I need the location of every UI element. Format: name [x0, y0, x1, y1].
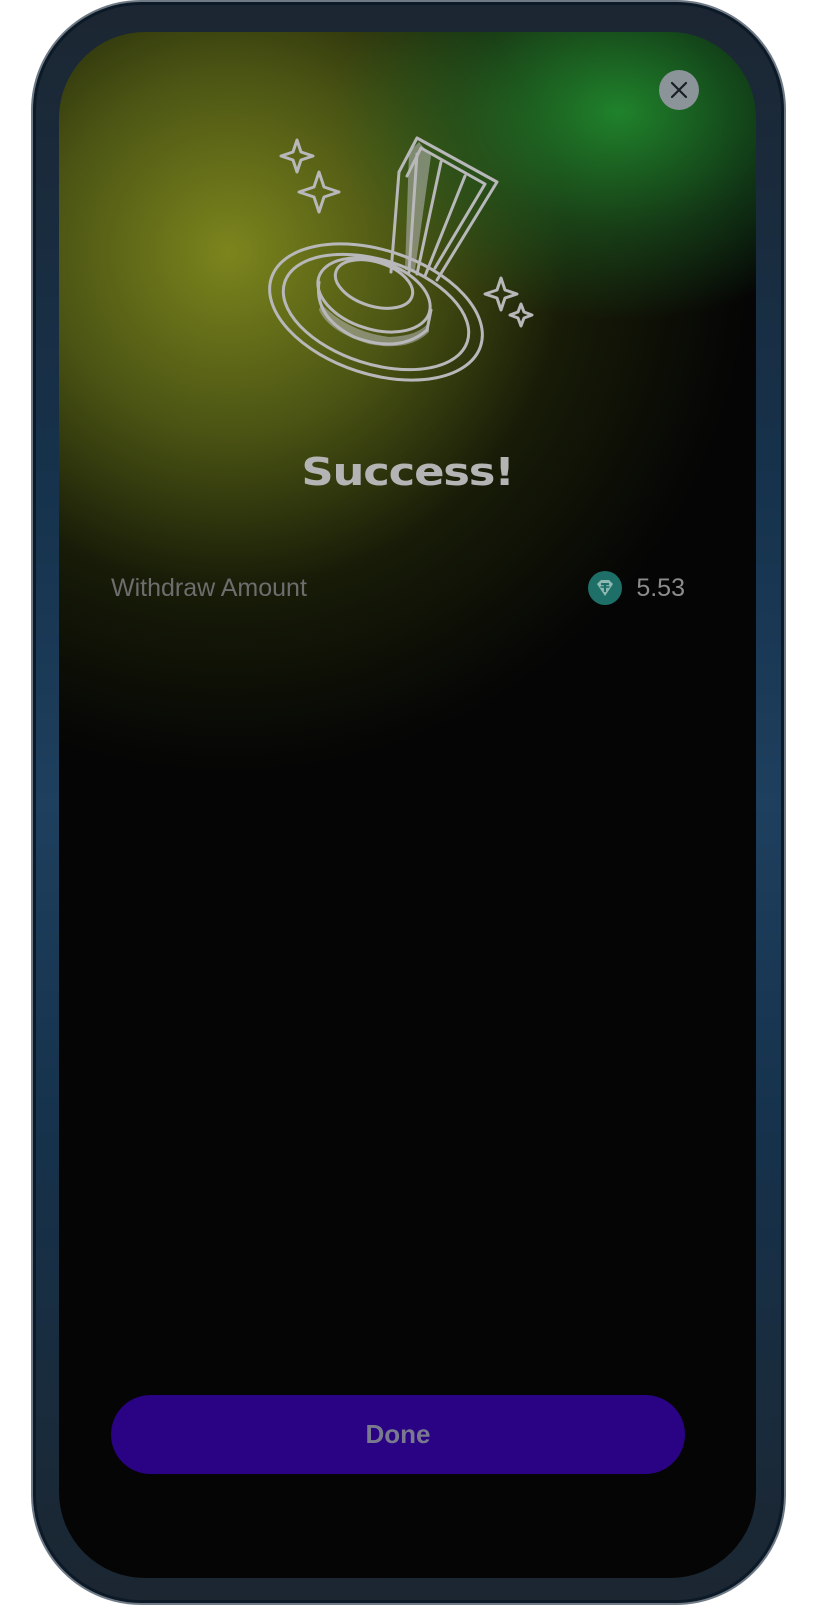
withdraw-amount-label: Withdraw Amount — [111, 573, 307, 602]
done-button[interactable]: Done — [111, 1395, 685, 1474]
success-dialog: Success! Withdraw Amount 5.53 Done — [59, 32, 756, 1578]
tether-usdt-icon — [588, 571, 623, 605]
close-icon — [670, 81, 688, 99]
amount-value: 5.53 — [636, 573, 685, 602]
withdraw-amount-row: Withdraw Amount 5.53 — [111, 568, 685, 608]
success-title: Success! — [301, 450, 514, 494]
withdraw-amount-value: 5.53 — [588, 571, 685, 605]
trophy-pin-icon — [268, 136, 534, 382]
close-button[interactable] — [659, 70, 699, 110]
